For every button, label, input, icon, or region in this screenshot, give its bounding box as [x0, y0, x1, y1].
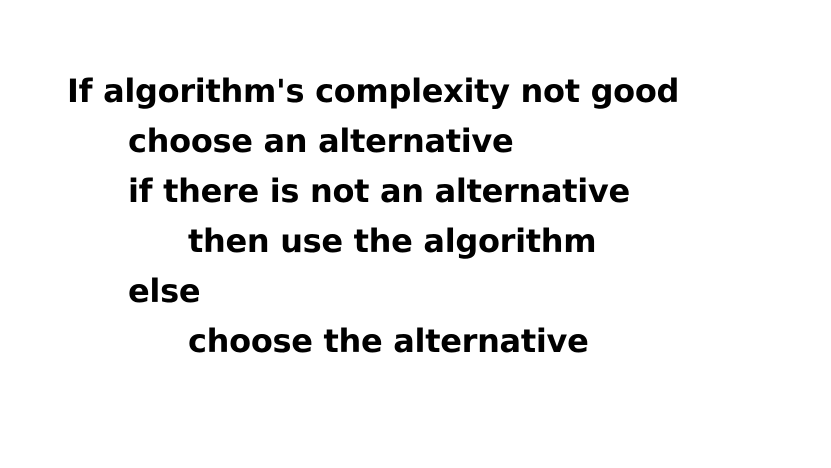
pseudocode-line-if-complexity: If algorithm's complexity not good [67, 72, 680, 110]
pseudocode-line-choose-the-alternative: choose the alternative [188, 322, 589, 360]
pseudocode-line-if-no-alternative: if there is not an alternative [128, 172, 630, 210]
pseudocode-line-choose-alternative: choose an alternative [128, 122, 514, 160]
pseudocode-line-else: else [128, 272, 201, 310]
pseudocode-line-use-algorithm: then use the algorithm [188, 222, 597, 260]
pseudocode-canvas: If algorithm's complexity not good choos… [0, 0, 831, 468]
